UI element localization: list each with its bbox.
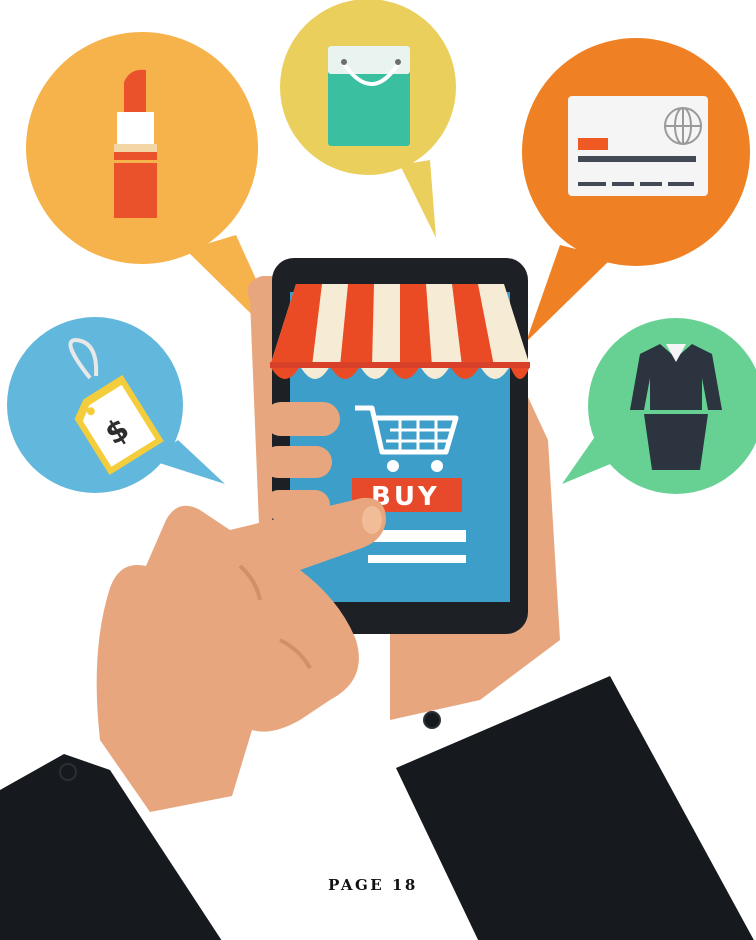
dress-bubble [562, 318, 756, 494]
credit-card-bubble [522, 38, 750, 342]
shopping-bag-bubble [280, 0, 456, 238]
pointing-hand [96, 497, 387, 812]
shop-awning-icon [270, 284, 530, 379]
price-tag-bubble: $ [7, 317, 225, 493]
right-sleeve [396, 676, 754, 940]
holding-hand-fingers [262, 402, 340, 520]
online-shopping-illustration: $ BUY [0, 0, 756, 940]
shopping-bag-icon [328, 46, 410, 146]
info-bar [368, 555, 466, 563]
page-number: PAGE 18 [328, 876, 418, 894]
lipstick-bubble [26, 32, 288, 350]
page: $ BUY PAGE 18 [0, 0, 756, 940]
credit-card-icon [568, 96, 708, 196]
info-bar [368, 530, 466, 542]
